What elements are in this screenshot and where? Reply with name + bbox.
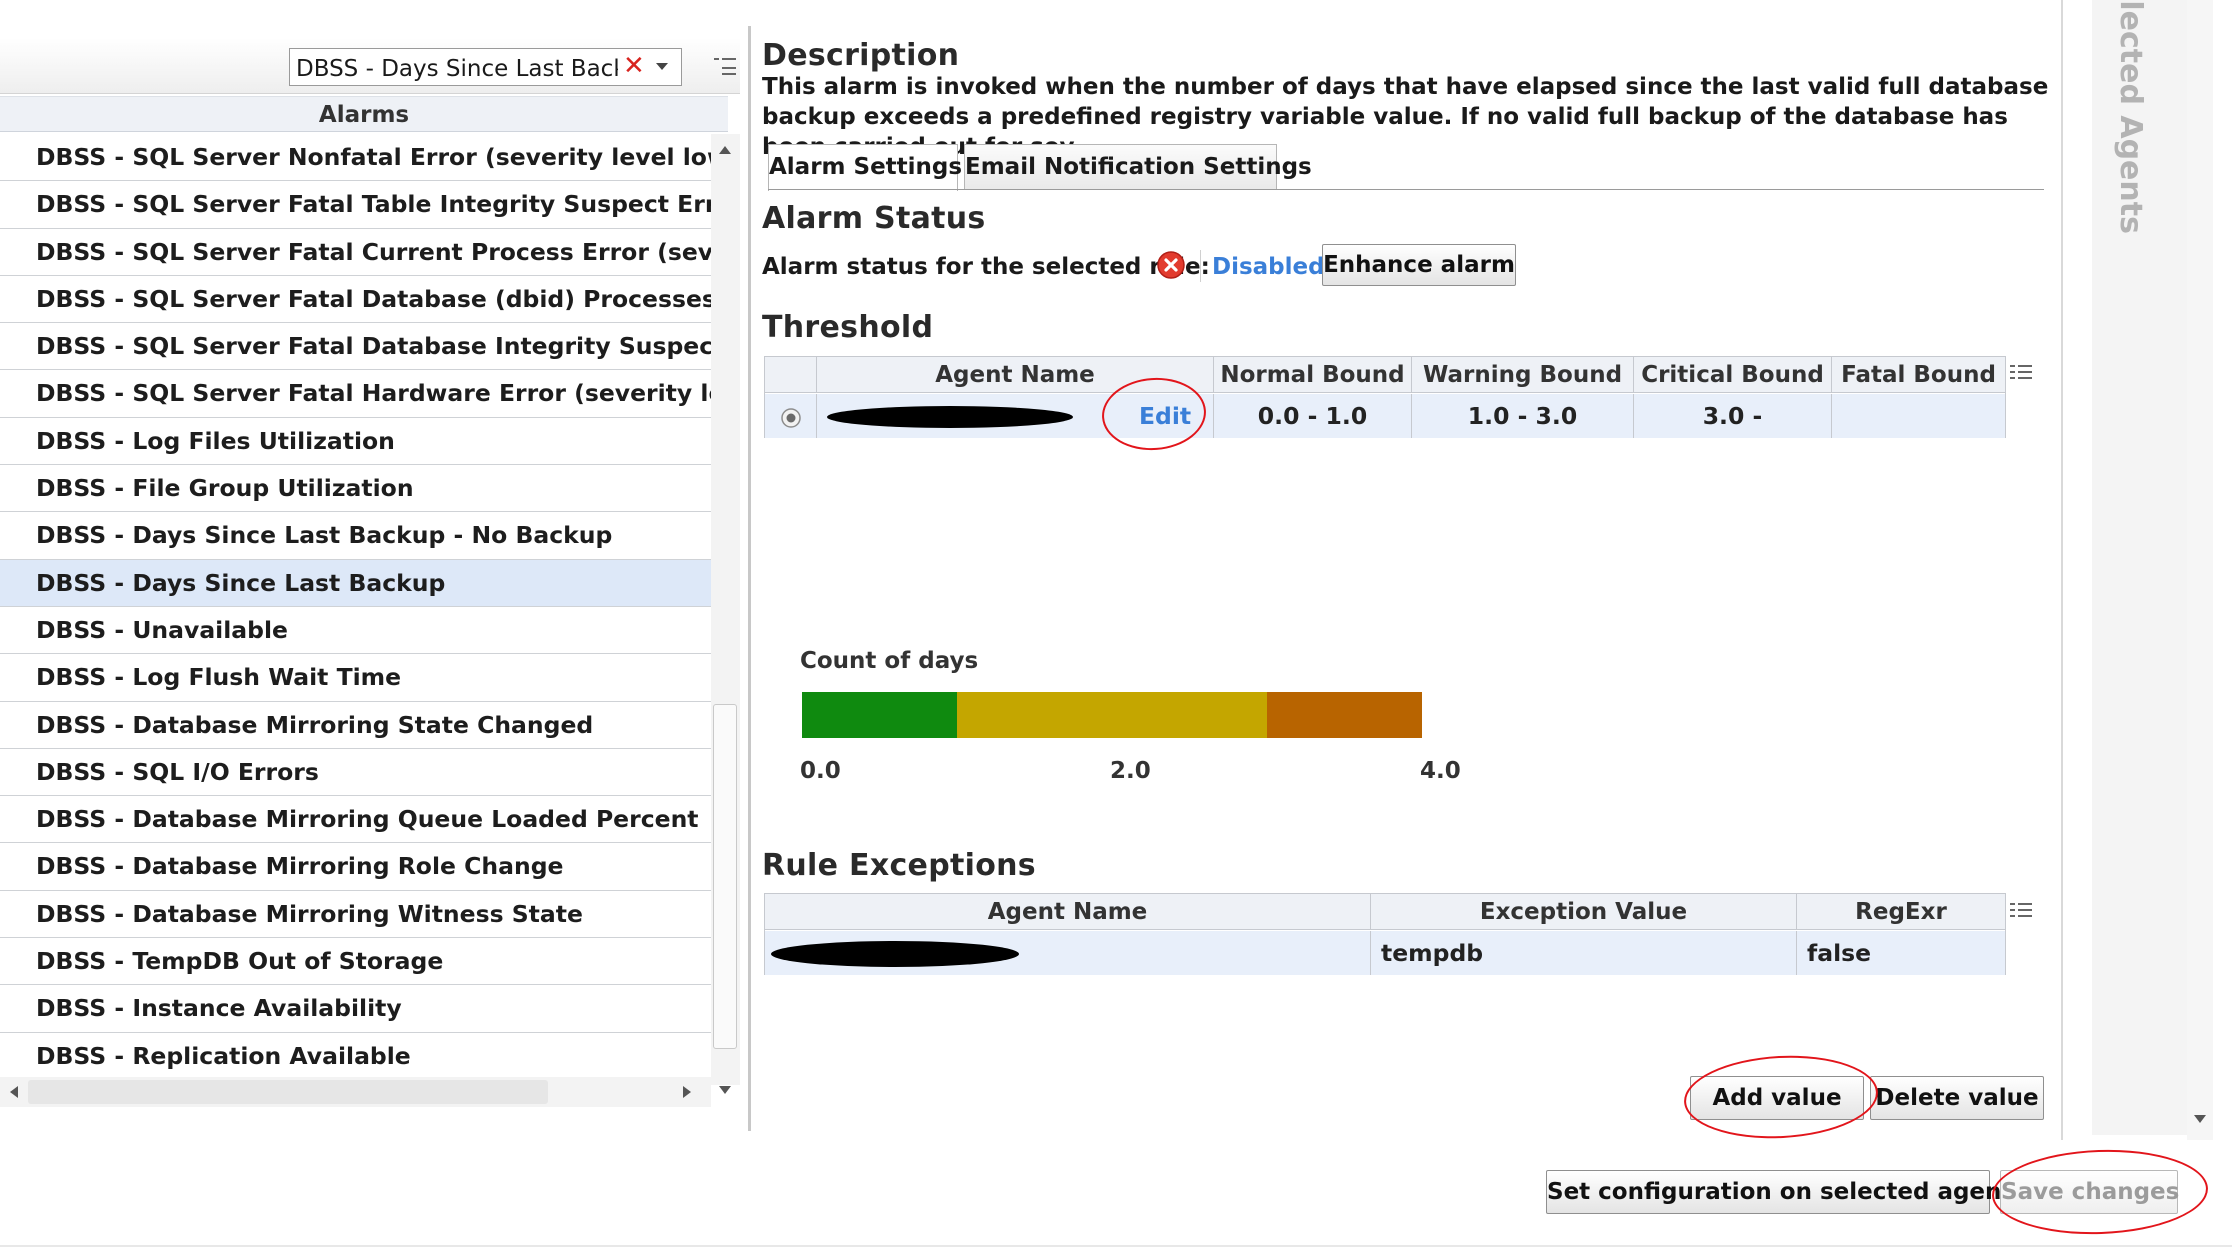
column-header-critical-bound[interactable]: Critical Bound <box>1634 357 1832 393</box>
grid-select-column <box>765 357 817 393</box>
scrollbar-thumb[interactable] <box>713 704 737 1049</box>
redaction-mark <box>827 406 1073 428</box>
column-header-normal-bound[interactable]: Normal Bound <box>1214 357 1412 393</box>
column-chooser-icon[interactable] <box>2010 362 2032 384</box>
scroll-left-icon[interactable] <box>10 1086 18 1098</box>
alarm-status-title: Alarm Status <box>762 201 986 236</box>
column-header-regexr[interactable]: RegExr <box>1797 894 2005 930</box>
agent-name-cell: Edit <box>817 394 1214 438</box>
alarm-list-item[interactable]: DBSS - Instance Availability <box>0 985 711 1033</box>
exception-value-cell: tempdb <box>1371 931 1797 975</box>
scrollbar-thumb[interactable] <box>28 1080 548 1104</box>
gauge-segment <box>802 692 957 738</box>
alarms-toolbar: DBSS - Days Since Last Backu ✕ <box>0 38 740 94</box>
alarm-list-item[interactable]: DBSS - Database Mirroring Witness State <box>0 891 711 939</box>
selected-agents-label-text: elected Agents <box>2113 0 2148 234</box>
regexr-cell: false <box>1807 939 1872 967</box>
alarms-vertical-scrollbar[interactable] <box>711 134 740 1094</box>
rule-exceptions-grid: Agent Name Exception Value RegExr tempdb… <box>764 893 2006 975</box>
main-vertical-scrollbar[interactable] <box>2187 0 2213 1140</box>
alarm-list-item[interactable]: DBSS - Days Since Last Backup <box>0 559 711 607</box>
tab-alarm-settings[interactable]: Alarm Settings <box>768 144 962 191</box>
alarm-list-item[interactable]: DBSS - SQL Server Fatal Table Integrity … <box>0 181 711 229</box>
alarm-filter-combobox[interactable]: DBSS - Days Since Last Backu ✕ <box>289 48 682 86</box>
column-header-agent-name[interactable]: Agent Name <box>765 894 1371 930</box>
critical-bound-cell: 3.0 - <box>1634 394 1832 438</box>
column-chooser-icon[interactable] <box>2010 900 2032 922</box>
alarm-details: Description This alarm is invoked when t… <box>760 0 2210 1249</box>
alarm-list-item[interactable]: DBSS - TempDB Out of Storage <box>0 938 711 986</box>
selected-agents-label: elected Agents <box>2110 0 2150 234</box>
enhance-alarm-button[interactable]: Enhance alarm <box>1322 244 1516 286</box>
alarm-list-item[interactable]: DBSS - SQL Server Fatal Hardware Error (… <box>0 370 711 418</box>
error-icon <box>1157 251 1185 279</box>
alarm-list-item[interactable]: DBSS - Unavailable <box>0 607 711 655</box>
chevron-down-icon[interactable] <box>656 63 668 70</box>
status-separator <box>1200 250 1201 282</box>
column-header-warning-bound[interactable]: Warning Bound <box>1412 357 1634 393</box>
alarm-list-item[interactable]: DBSS - File Group Utilization <box>0 465 711 513</box>
gauge-title: Count of days <box>800 648 979 674</box>
alarms-list: DBSS - SQL Server Nonfatal Error (severi… <box>0 134 711 1071</box>
alarm-filter-value[interactable]: DBSS - Days Since Last Backu <box>296 56 618 82</box>
alarm-list-item[interactable]: DBSS - Log Flush Wait Time <box>0 654 711 702</box>
edit-threshold-link[interactable]: Edit <box>1139 394 1191 438</box>
fatal-bound-cell <box>1832 394 2005 438</box>
alarm-list-item[interactable]: DBSS - SQL Server Nonfatal Error (severi… <box>0 134 711 182</box>
panel-divider <box>2061 0 2063 1140</box>
gauge-tick-label: 2.0 <box>1110 758 1151 784</box>
threshold-grid: Agent Name Normal Bound Warning Bound Cr… <box>764 356 2006 438</box>
delete-value-button[interactable]: Delete value <box>1870 1076 2044 1120</box>
scroll-up-icon[interactable] <box>719 146 731 154</box>
alarm-status-label: Alarm status for the selected rule: <box>762 254 1210 280</box>
tab-email-notification-settings[interactable]: Email Notification Settings <box>964 144 1312 190</box>
gauge-tick-label: 0.0 <box>800 758 841 784</box>
threshold-gauge <box>802 692 1422 738</box>
gauge-segment <box>1267 692 1422 738</box>
alarm-list-item[interactable]: DBSS - Database Mirroring Queue Loaded P… <box>0 796 711 844</box>
alarm-list-item[interactable]: DBSS - Database Mirroring Role Change <box>0 843 711 891</box>
agent-name-cell <box>765 931 1371 975</box>
save-changes-button[interactable]: Save changes <box>2000 1170 2179 1214</box>
redaction-mark <box>771 941 1019 967</box>
panel-splitter[interactable] <box>748 26 751 1131</box>
alarm-list-item[interactable]: DBSS - Log Files Utilization <box>0 418 711 466</box>
scroll-right-icon[interactable] <box>683 1086 691 1098</box>
normal-bound-cell: 0.0 - 1.0 <box>1214 394 1412 438</box>
description-title: Description <box>762 38 960 73</box>
gauge-segment <box>957 692 1267 738</box>
alarm-list-item[interactable]: DBSS - SQL Server Fatal Database Integri… <box>0 323 711 371</box>
alarm-list-item[interactable]: DBSS - SQL I/O Errors <box>0 749 711 797</box>
threshold-title: Threshold <box>762 310 934 345</box>
alarms-horizontal-scrollbar[interactable] <box>0 1077 711 1107</box>
scroll-down-icon[interactable] <box>719 1086 731 1094</box>
alarm-list-item[interactable]: DBSS - SQL Server Fatal Database (dbid) … <box>0 276 711 324</box>
radio-button-icon[interactable] <box>780 407 802 429</box>
column-header-fatal-bound[interactable]: Fatal Bound <box>1832 357 2005 393</box>
alarms-column-header[interactable]: Alarms <box>0 96 728 132</box>
add-value-button[interactable]: Add value <box>1690 1076 1864 1120</box>
tab-divider <box>768 189 2044 190</box>
gauge-tick-label: 4.0 <box>1420 758 1461 784</box>
column-chooser-icon[interactable] <box>714 55 736 77</box>
scroll-down-icon[interactable] <box>2194 1115 2206 1123</box>
rule-exceptions-title: Rule Exceptions <box>762 848 1036 883</box>
row-select-cell[interactable] <box>765 394 817 438</box>
close-icon[interactable]: ✕ <box>623 51 645 81</box>
warning-bound-cell: 1.0 - 3.0 <box>1412 394 1634 438</box>
alarm-list-item[interactable]: DBSS - Database Mirroring State Changed <box>0 702 711 749</box>
alarm-status-value[interactable]: Disabled <box>1212 254 1325 280</box>
footer-border <box>0 1245 2232 1247</box>
alarm-list-item[interactable]: DBSS - Days Since Last Backup - No Backu… <box>0 512 711 560</box>
set-configuration-button[interactable]: Set configuration on selected agents <box>1546 1170 2026 1214</box>
alarm-list-item[interactable]: DBSS - Replication Available <box>0 1033 711 1071</box>
column-header-exception-value[interactable]: Exception Value <box>1371 894 1797 930</box>
alarm-list-item[interactable]: DBSS - SQL Server Fatal Current Process … <box>0 229 711 276</box>
alarms-panel: DBSS - Days Since Last Backu ✕ Alarms DB… <box>0 0 740 1135</box>
column-header-agent-name[interactable]: Agent Name <box>817 357 1214 393</box>
